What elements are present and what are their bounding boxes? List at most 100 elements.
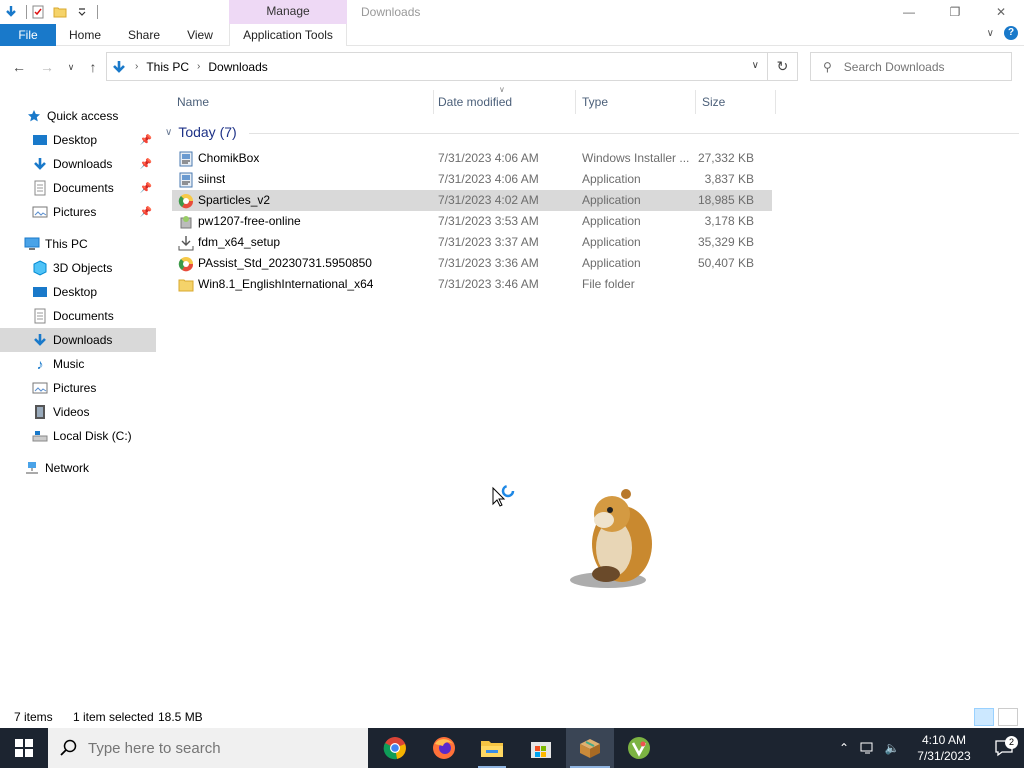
file-row[interactable]: Sparticles_v2 7/31/2023 4:02 AM Applicatio… xyxy=(172,190,772,211)
file-row[interactable]: fdm_x64_setup 7/31/2023 3:37 AM Applicatio… xyxy=(172,232,772,253)
volume-icon[interactable]: 🔈 xyxy=(880,741,904,755)
breadcrumb-this-pc[interactable]: This PC xyxy=(146,60,189,74)
nav-label: Documents xyxy=(53,181,114,195)
nav-pc-videos[interactable]: Videos xyxy=(0,400,156,424)
nav-label: Local Disk (C:) xyxy=(53,429,132,443)
taskbar-search-input[interactable] xyxy=(88,739,338,757)
nav-network[interactable]: Network xyxy=(0,456,156,480)
package-app-taskbar-icon[interactable] xyxy=(566,728,614,768)
breadcrumb-downloads[interactable]: Downloads xyxy=(208,60,267,74)
nav-this-pc[interactable]: This PC xyxy=(0,232,156,256)
column-header-type[interactable]: Type xyxy=(582,90,608,114)
status-selected-size: 18.5 MB xyxy=(158,710,203,724)
chrome-taskbar-icon[interactable] xyxy=(371,728,419,768)
column-separator[interactable] xyxy=(775,90,776,114)
download-arrow-icon xyxy=(32,332,48,348)
clock[interactable]: 4:10 AM 7/31/2023 xyxy=(904,732,984,764)
action-center-button[interactable]: 2 xyxy=(984,736,1024,757)
start-button[interactable] xyxy=(0,728,48,768)
network-icon[interactable] xyxy=(856,741,880,755)
firefox-taskbar-icon[interactable] xyxy=(420,728,468,768)
restore-button[interactable]: ❐ xyxy=(932,0,978,24)
column-header-name[interactable]: Name xyxy=(177,90,209,114)
manage-context-tab[interactable]: Manage xyxy=(229,0,347,24)
nav-pc-desktop[interactable]: Desktop xyxy=(0,280,156,304)
column-header-size[interactable]: Size xyxy=(702,90,725,114)
column-separator[interactable] xyxy=(433,90,434,114)
show-hidden-icons-chevron-icon[interactable]: ⌃ xyxy=(832,741,856,755)
pin-icon[interactable]: 📌 xyxy=(140,159,152,170)
breadcrumb-chevron-icon[interactable]: › xyxy=(197,61,200,72)
ribbon-tabs: File Home Share View Application Tools ∨… xyxy=(0,24,1024,46)
large-icons-view-button[interactable] xyxy=(998,708,1018,726)
customize-toolbar-icon[interactable] xyxy=(71,1,93,23)
help-icon[interactable]: ? xyxy=(1004,26,1018,40)
tab-file[interactable]: File xyxy=(0,24,56,46)
desktop-icon xyxy=(32,284,48,300)
group-header-today[interactable]: ∨ Today (7) xyxy=(165,124,1019,140)
file-row[interactable]: PAssist_Std_20230731.5950850 7/31/2023 3:… xyxy=(172,253,772,274)
desktop-icon xyxy=(32,132,48,148)
sort-up-icon: ∨ xyxy=(499,85,505,94)
file-row[interactable]: ChomikBox 7/31/2023 4:06 AM Windows Instal… xyxy=(172,148,772,169)
nav-pc-pictures[interactable]: Pictures xyxy=(0,376,156,400)
minimize-button[interactable]: — xyxy=(886,0,932,24)
properties-icon[interactable] xyxy=(27,1,49,23)
nav-label: This PC xyxy=(45,237,88,251)
file-name: pw1207-free-online xyxy=(198,214,301,228)
taskbar-search-box[interactable] xyxy=(48,728,368,768)
tab-share[interactable]: Share xyxy=(122,24,166,46)
nav-qa-desktop[interactable]: Desktop 📌 xyxy=(0,128,156,152)
file-explorer-taskbar-icon[interactable] xyxy=(468,728,516,768)
music-icon: ♪ xyxy=(36,356,44,372)
nav-quick-access[interactable]: Quick access xyxy=(0,104,156,128)
file-date-modified: 7/31/2023 3:37 AM xyxy=(438,235,539,249)
refresh-button[interactable]: ↻ xyxy=(768,52,798,81)
back-button[interactable]: ← xyxy=(8,52,30,82)
details-view-button[interactable] xyxy=(974,708,994,726)
nav-qa-pictures[interactable]: Pictures 📌 xyxy=(0,200,156,224)
collapse-chevron-icon[interactable]: ∨ xyxy=(165,127,172,138)
file-size: 27,332 KB xyxy=(697,151,754,165)
status-item-count: 7 items xyxy=(14,710,53,724)
close-button[interactable]: ✕ xyxy=(978,0,1024,24)
videos-icon xyxy=(32,404,48,420)
nav-pc-3d-objects[interactable]: 3D Objects xyxy=(0,256,156,280)
pin-icon[interactable]: 📌 xyxy=(140,135,152,146)
address-bar[interactable]: › This PC › Downloads ∨ xyxy=(106,52,768,81)
pin-icon[interactable]: 📌 xyxy=(140,183,152,194)
setup-icon xyxy=(178,214,194,230)
recent-locations-button[interactable]: ∨ xyxy=(60,52,82,82)
store-taskbar-icon[interactable] xyxy=(517,728,565,768)
tab-home[interactable]: Home xyxy=(60,24,110,46)
forward-button[interactable]: → xyxy=(36,52,58,82)
up-button[interactable]: ↑ xyxy=(82,52,104,82)
nav-pc-music[interactable]: ♪ Music xyxy=(0,352,156,376)
file-name: Sparticles_v2 xyxy=(198,193,271,207)
tab-view[interactable]: View xyxy=(180,24,220,46)
vivaldi-taskbar-icon[interactable] xyxy=(615,728,663,768)
file-list-pane: Name Date modified ∨ Type Size ∨ Today (… xyxy=(157,85,1024,702)
column-separator[interactable] xyxy=(575,90,576,114)
nav-pc-documents[interactable]: Documents xyxy=(0,304,156,328)
nav-qa-documents[interactable]: Documents 📌 xyxy=(0,176,156,200)
nav-label: Music xyxy=(53,357,85,371)
expand-ribbon-icon[interactable]: ∨ xyxy=(987,28,994,39)
nav-pc-local-disk[interactable]: Local Disk (C:) xyxy=(0,424,156,448)
downloads-arrow-icon[interactable] xyxy=(0,1,22,23)
file-row[interactable]: siinst 7/31/2023 4:06 AM Application 3,837 … xyxy=(172,169,772,190)
tab-application-tools[interactable]: Application Tools xyxy=(229,24,347,46)
nav-qa-downloads[interactable]: Downloads 📌 xyxy=(0,152,156,176)
file-row[interactable]: Win8.1_EnglishInternational_x64 7/31/2023… xyxy=(172,274,772,295)
clock-time: 4:10 AM xyxy=(921,733,967,747)
address-dropdown-icon[interactable]: ∨ xyxy=(752,60,759,71)
nav-pc-downloads[interactable]: Downloads xyxy=(0,328,156,352)
column-separator[interactable] xyxy=(695,90,696,114)
search-box[interactable]: ⚲ xyxy=(810,52,1012,81)
search-input[interactable] xyxy=(843,59,994,74)
pin-icon[interactable]: 📌 xyxy=(140,207,152,218)
file-row[interactable]: pw1207-free-online 7/31/2023 3:53 AM Appli… xyxy=(172,211,772,232)
hamster-desktop-pet-image[interactable] xyxy=(566,486,666,596)
new-folder-icon[interactable] xyxy=(49,1,71,23)
breadcrumb-chevron-icon[interactable]: › xyxy=(135,61,138,72)
